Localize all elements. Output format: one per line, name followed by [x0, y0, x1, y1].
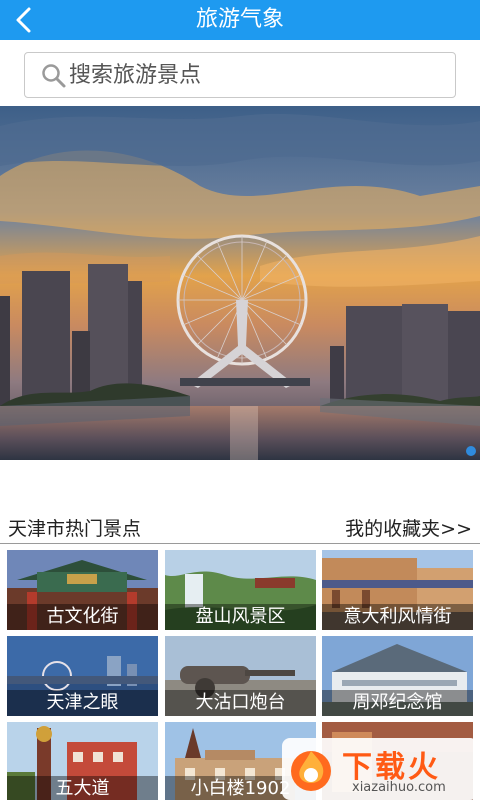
top-bar: 旅游气象	[0, 0, 480, 40]
spot-name: 意大利风情街	[322, 604, 473, 630]
favorites-link[interactable]: 我的收藏夹>>	[345, 514, 472, 541]
watermark: 下载火 xiazaihuo.com	[282, 738, 478, 800]
search-icon	[42, 64, 66, 88]
search-input[interactable]: 搜索旅游景点	[24, 52, 456, 98]
search-placeholder: 搜索旅游景点	[69, 63, 202, 88]
spot-tile[interactable]: 周邓纪念馆	[322, 636, 473, 716]
spot-tile[interactable]: 大沽口炮台	[165, 636, 316, 716]
search-bar: 搜索旅游景点	[0, 40, 480, 106]
spot-name: 古文化街	[7, 604, 158, 630]
flame-logo-icon	[291, 751, 331, 791]
watermark-url: xiazaihuo.com	[352, 780, 446, 795]
section-title: 天津市热门景点	[8, 518, 142, 540]
spot-tile[interactable]: 古文化街	[7, 550, 158, 630]
spot-name: 大沽口炮台	[165, 690, 316, 716]
carousel-indicator[interactable]	[466, 446, 476, 456]
page-title: 旅游气象	[195, 7, 284, 32]
spot-tile[interactable]: 盘山风景区	[165, 550, 316, 630]
spot-tile[interactable]: 五大道	[7, 722, 158, 800]
spot-name: 五大道	[7, 776, 158, 800]
spot-tile[interactable]: 天津之眼	[7, 636, 158, 716]
banner-image	[0, 106, 480, 460]
spot-name: 盘山风景区	[165, 604, 316, 630]
spot-name: 天津之眼	[7, 690, 158, 716]
spot-name: 周邓纪念馆	[322, 690, 473, 716]
section-header: 天津市热门景点 我的收藏夹>>	[0, 510, 480, 544]
spot-tile[interactable]: 意大利风情街	[322, 550, 473, 630]
banner-carousel[interactable]	[0, 106, 480, 460]
